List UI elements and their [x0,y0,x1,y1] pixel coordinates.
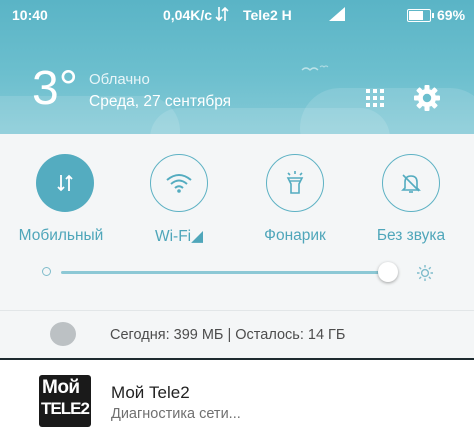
grid-apps-icon [366,89,384,107]
brightness-slider[interactable] [0,262,474,286]
toggle-silent[interactable]: Без звука [356,154,466,245]
toggle-mobile-data[interactable]: Мобильный [10,154,120,245]
data-usage-text: Сегодня: 399 МБ | Осталось: 14 ГБ [110,327,346,343]
toggle-flashlight-label: Фонарик [264,227,326,244]
app-icon-text-line1: Мой [42,377,80,398]
wifi-icon [166,174,192,193]
current-date: Среда, 27 сентября [89,93,232,110]
network-type: H [281,7,292,23]
bell-off-icon [401,174,421,193]
data-usage-icon [50,322,76,346]
status-bar: 10:40 0,04K/c Tele2 H 69% [0,0,474,30]
network-speed: 0,04K/c [163,7,213,23]
toggle-flashlight[interactable]: Фонарик [240,154,350,245]
toggle-silent-circle[interactable] [382,154,440,212]
signal-icon [328,6,346,25]
toggle-mobile-data-label: Мобильный [18,227,104,244]
brightness-min-icon [42,267,51,276]
toggle-flashlight-circle[interactable] [266,154,324,212]
brightness-track[interactable] [61,271,395,274]
data-transfer-icon [57,174,73,192]
toggle-silent-label: Без звука [376,227,446,244]
temperature: 3° [32,62,78,115]
weather-header: 10:40 0,04K/c Tele2 H 69% 3° Облачно Сре… [0,0,474,134]
notification-subtitle: Диагностика сети... [111,406,241,422]
quick-settings-panel: Мобильный Wi-Fi◢ Фонарик Без звука [0,134,474,310]
toggle-wifi-label: Wi-Fi◢ [154,228,204,245]
tele2-app-icon: Мой TELE2 [39,375,91,427]
notification-my-tele2[interactable]: Мой TELE2 Мой Tele2 Диагностика сети... [0,360,474,444]
cloud-decoration [150,108,390,134]
battery-percent: 69% [437,7,466,23]
notification-title: Мой Tele2 [111,383,190,402]
settings-button[interactable] [411,82,443,114]
carrier-name: Tele2 H [243,7,292,23]
battery-icon [407,9,434,22]
toggle-wifi-circle[interactable] [150,154,208,212]
flashlight-icon [286,171,304,194]
data-usage-row[interactable]: Сегодня: 399 МБ | Осталось: 14 ГБ [0,310,474,358]
brightness-thumb[interactable] [378,262,398,282]
status-time: 10:40 [12,7,48,23]
apps-grid-button[interactable] [360,83,390,113]
data-arrows-icon [215,5,229,26]
weather-condition: Облачно [89,71,150,88]
sun-icon [417,265,433,281]
toggle-mobile-data-circle[interactable] [36,154,94,212]
bird-icon [301,65,329,71]
gear-icon [414,85,440,111]
app-icon-text-line2: TELE2 [41,399,90,418]
toggle-wifi[interactable]: Wi-Fi◢ [124,154,234,246]
